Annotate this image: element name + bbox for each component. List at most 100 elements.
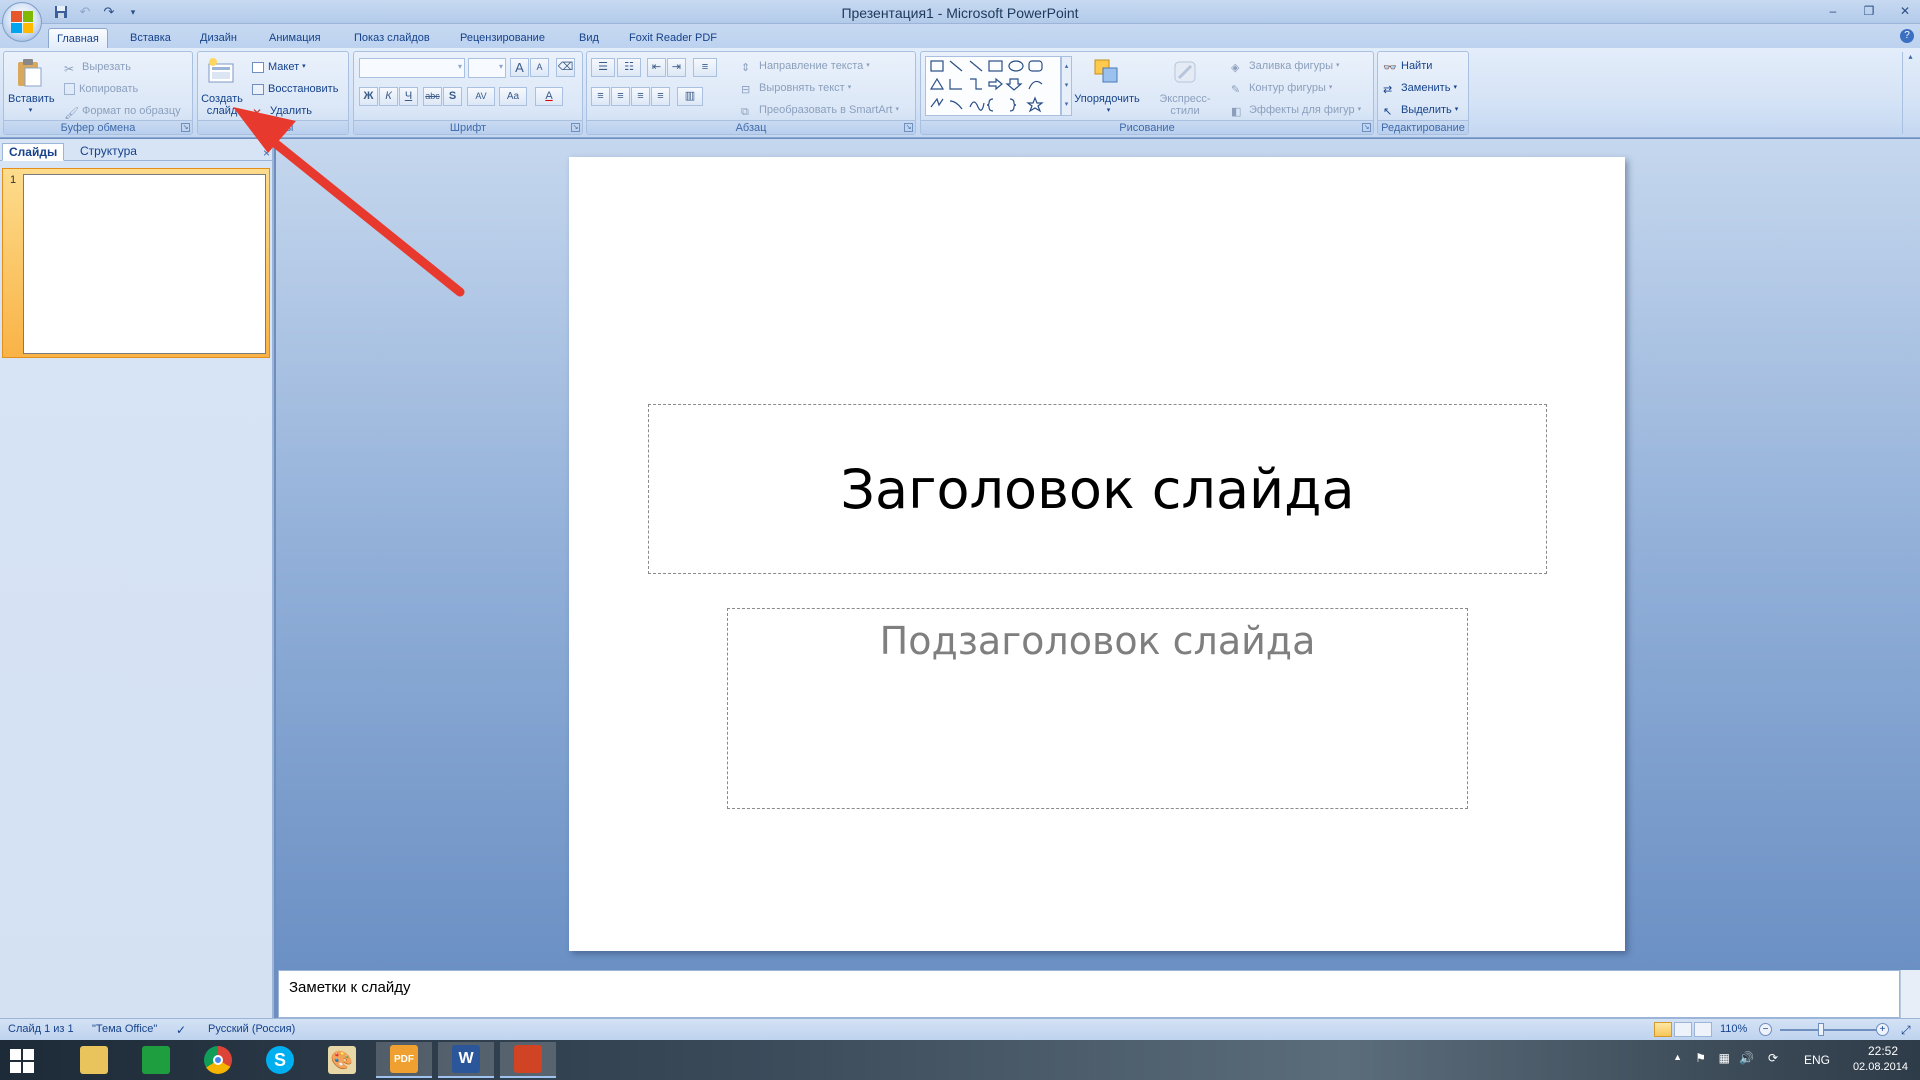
decrease-indent-icon[interactable]: ⇤ xyxy=(647,58,666,77)
dialog-launcher-icon[interactable]: ↘ xyxy=(1362,123,1371,132)
clock-date[interactable]: 02.08.2014 xyxy=(1853,1061,1908,1073)
paint-icon[interactable]: 🎨 xyxy=(314,1042,370,1078)
clock-time[interactable]: 22:52 xyxy=(1868,1044,1898,1058)
align-right-icon[interactable]: ≡ xyxy=(631,87,650,106)
grow-font-button[interactable]: A xyxy=(510,58,529,77)
line-spacing-icon[interactable]: ≡ xyxy=(693,58,717,77)
tab-slides-pane[interactable]: Слайды xyxy=(2,143,65,161)
tab-outline-pane[interactable]: Структура xyxy=(74,143,143,161)
skype-icon[interactable]: S xyxy=(252,1042,308,1078)
new-slide-button[interactable]: Создать слайд xyxy=(201,56,243,117)
slide-canvas[interactable]: Заголовок слайда Подзаголовок слайда xyxy=(569,157,1625,951)
tab-slideshow[interactable]: Показ слайдов xyxy=(346,28,438,48)
find-button[interactable]: 👓 Найти xyxy=(1383,57,1432,75)
volume-icon[interactable]: 🔊 xyxy=(1739,1051,1754,1065)
chrome-icon[interactable] xyxy=(190,1042,246,1078)
numbering-icon[interactable]: ☷ xyxy=(617,58,641,77)
delete-slide-button[interactable]: ✕ Удалить xyxy=(252,102,312,120)
pane-tabs: Слайды Структура × xyxy=(0,143,274,161)
shapes-gallery[interactable] xyxy=(925,56,1061,116)
network-icon[interactable]: ▦ xyxy=(1719,1051,1730,1065)
align-left-icon[interactable]: ≡ xyxy=(591,87,610,106)
font-color-button[interactable]: A xyxy=(535,87,563,106)
change-case-button[interactable]: Aa xyxy=(499,87,527,106)
input-language[interactable]: ENG xyxy=(1804,1053,1830,1067)
zoom-level[interactable]: 110% xyxy=(1720,1023,1747,1035)
store-icon[interactable] xyxy=(128,1042,184,1078)
font-size-combo[interactable]: ▾ xyxy=(468,58,506,78)
file-explorer-icon[interactable] xyxy=(66,1042,122,1078)
zoom-out-icon[interactable]: − xyxy=(1759,1023,1772,1036)
show-hidden-icons-icon[interactable]: ▲ xyxy=(1673,1052,1682,1062)
bold-button[interactable]: Ж xyxy=(359,87,378,106)
copy-button[interactable]: Копировать xyxy=(64,80,138,98)
underline-button[interactable]: Ч xyxy=(399,87,418,106)
zoom-slider[interactable] xyxy=(1780,1029,1880,1031)
normal-view-icon[interactable] xyxy=(1654,1022,1672,1037)
italic-button[interactable]: К xyxy=(379,87,398,106)
font-name-combo[interactable]: ▾ xyxy=(359,58,465,78)
shape-fill-button[interactable]: ◈ Заливка фигуры ▾ xyxy=(1231,57,1340,75)
shape-outline-button[interactable]: ✎ Контур фигуры ▾ xyxy=(1231,79,1332,97)
tab-animation[interactable]: Анимация xyxy=(261,28,329,48)
tab-foxit[interactable]: Foxit Reader PDF xyxy=(621,28,725,48)
close-pane-icon[interactable]: × xyxy=(263,146,270,160)
replace-button[interactable]: ⇄ Заменить ▾ xyxy=(1383,79,1457,97)
char-spacing-button[interactable]: AV xyxy=(467,87,495,106)
sync-icon[interactable]: ⟳ xyxy=(1768,1051,1778,1065)
foxit-pdf-icon[interactable]: PDF xyxy=(376,1042,432,1078)
clear-format-icon[interactable]: ⌫ xyxy=(556,58,575,77)
arrange-button[interactable]: Упорядочить ▾ xyxy=(1067,56,1147,117)
shape-effects-button[interactable]: ◧ Эффекты для фигур ▾ xyxy=(1231,101,1361,119)
slideshow-view-icon[interactable] xyxy=(1694,1022,1712,1037)
zoom-slider-thumb[interactable] xyxy=(1818,1023,1824,1036)
format-painter-button[interactable]: 🖌 Формат по образцу xyxy=(64,102,181,120)
columns-icon[interactable]: ▥ xyxy=(677,87,703,106)
justify-icon[interactable]: ≡ xyxy=(651,87,670,106)
text-direction-button[interactable]: ⇕ Направление текста ▾ xyxy=(741,57,870,75)
help-icon[interactable]: ? xyxy=(1900,29,1914,43)
layout-button[interactable]: Макет ▾ xyxy=(252,58,306,76)
bullets-icon[interactable]: ☰ xyxy=(591,58,615,77)
strikethrough-button[interactable]: abc xyxy=(423,87,442,106)
align-center-icon[interactable]: ≡ xyxy=(611,87,630,106)
dialog-launcher-icon[interactable]: ↘ xyxy=(904,123,913,132)
select-button[interactable]: ↖ Выделить ▾ xyxy=(1383,101,1458,119)
dialog-launcher-icon[interactable]: ↘ xyxy=(571,123,580,132)
smartart-button[interactable]: ⧉ Преобразовать в SmartArt ▾ xyxy=(741,101,899,119)
tab-home[interactable]: Главная xyxy=(48,28,108,48)
spellcheck-icon[interactable]: ✓ xyxy=(176,1023,186,1037)
slide-thumbnail[interactable] xyxy=(23,174,266,354)
flag-icon[interactable]: ⚑ xyxy=(1695,1051,1706,1065)
align-text-button[interactable]: ⊟ Выровнять текст ▾ xyxy=(741,79,851,97)
notes-scrollbar[interactable] xyxy=(1900,970,1920,1018)
windows-start-icon[interactable] xyxy=(10,1049,34,1073)
shrink-font-button[interactable]: A xyxy=(530,58,549,77)
zoom-in-icon[interactable]: + xyxy=(1876,1023,1889,1036)
increase-indent-icon[interactable]: ⇥ xyxy=(667,58,686,77)
subtitle-placeholder[interactable]: Подзаголовок слайда xyxy=(727,608,1468,809)
powerpoint-icon[interactable] xyxy=(500,1042,556,1078)
slide-thumbnail-selected[interactable]: 1 xyxy=(2,168,270,358)
tab-design[interactable]: Дизайн xyxy=(192,28,245,48)
tab-insert[interactable]: Вставка xyxy=(122,28,179,48)
quick-styles-button[interactable]: Экспресс-стили ▾ xyxy=(1145,56,1225,129)
reset-button[interactable]: Восстановить xyxy=(252,80,338,98)
language-status[interactable]: Русский (Россия) xyxy=(208,1023,295,1035)
ribbon-collapse-scroll[interactable]: ▴ xyxy=(1902,52,1918,134)
paste-button[interactable]: Вставить ▾ xyxy=(8,56,55,117)
minimize-icon[interactable]: – xyxy=(1822,2,1844,20)
restore-icon[interactable]: ❐ xyxy=(1858,2,1880,20)
word-icon[interactable]: W xyxy=(438,1042,494,1078)
slide-sorter-view-icon[interactable] xyxy=(1674,1022,1692,1037)
fit-to-window-icon[interactable]: ⤢ xyxy=(1901,1023,1911,1038)
dialog-launcher-icon[interactable]: ↘ xyxy=(181,123,190,132)
tab-review[interactable]: Рецензирование xyxy=(452,28,553,48)
title-placeholder[interactable]: Заголовок слайда xyxy=(648,404,1547,574)
shadow-button[interactable]: S xyxy=(443,87,462,106)
close-icon[interactable]: ✕ xyxy=(1894,2,1916,20)
cut-button[interactable]: ✂ Вырезать xyxy=(64,58,131,76)
tab-view[interactable]: Вид xyxy=(571,28,607,48)
office-button[interactable] xyxy=(2,2,42,42)
notes-pane[interactable]: Заметки к слайду xyxy=(278,970,1900,1018)
